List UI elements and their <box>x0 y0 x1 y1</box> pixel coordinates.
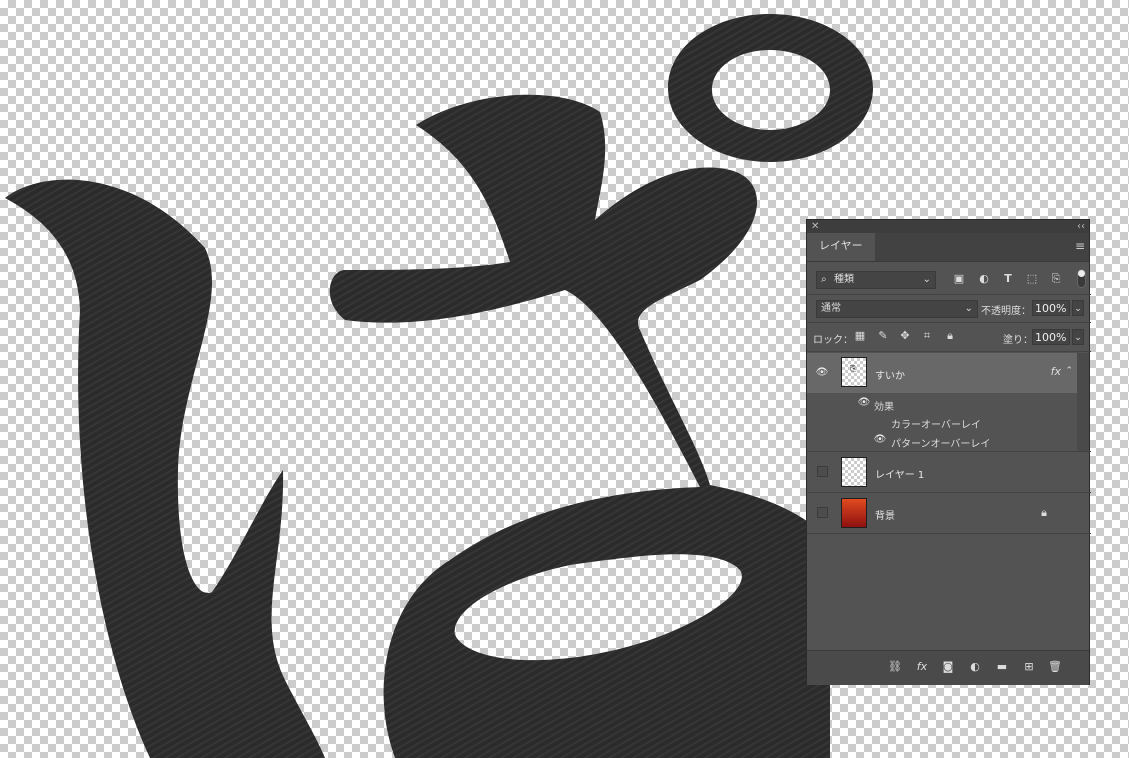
eye-icon[interactable]: 👁︎ <box>857 397 871 411</box>
fill-label: 塗り： <box>1003 335 1033 346</box>
blend-mode-select[interactable]: 通常 ⌄ <box>816 300 978 318</box>
filter-toggle[interactable] <box>1077 269 1086 288</box>
layer-name: レイヤー 1 <box>875 470 925 481</box>
fx-icon[interactable]: fx <box>914 660 930 674</box>
lock-artboard-icon[interactable]: ⌗ <box>920 329 934 343</box>
panel-menu-icon[interactable]: ≡ <box>1075 239 1085 253</box>
chevron-up-icon[interactable]: ⌃ <box>1065 366 1073 376</box>
opacity-value: 100% <box>1035 302 1067 315</box>
shape-filter-icon[interactable]: ⬚ <box>1025 272 1039 286</box>
scrollbar[interactable] <box>1077 353 1089 451</box>
effect-pattern-overlay[interactable]: パターンオーバーレイ <box>891 435 990 450</box>
image-filter-icon[interactable]: ▣ <box>952 272 966 286</box>
link-icon[interactable]: ⛓︎ <box>887 660 903 674</box>
glyph-handakuten <box>668 14 873 162</box>
smartobject-filter-icon[interactable]: ⎘ <box>1049 272 1063 286</box>
chevron-down-icon: ⌄ <box>964 303 973 314</box>
filter-kind-select[interactable]: ⌕ 種類 ⌄ <box>816 271 936 289</box>
layer-row-layer1[interactable]: レイヤー 1 <box>807 452 1077 492</box>
panel-bottom-toolbar: ⛓︎ fx ◙ ◐ ▬ ⊞ 🗑︎ <box>807 650 1089 685</box>
layer-thumbnail-suika: ⎘ <box>841 357 867 387</box>
tab-layers-label: レイヤー <box>819 239 863 252</box>
visibility-toggle[interactable] <box>817 507 828 518</box>
fill-value: 100% <box>1035 331 1067 344</box>
filter-kind-label: 種類 <box>834 274 854 285</box>
glyph-stroke-left <box>5 179 325 758</box>
new-layer-icon[interactable]: ⊞ <box>1021 660 1037 674</box>
layer-name: すいか <box>875 371 905 382</box>
lock-transparent-icon[interactable]: ▦ <box>853 329 867 343</box>
lock-label: ロック： <box>813 335 853 346</box>
chevron-down-icon: ⌄ <box>922 274 931 285</box>
lock-all-icon[interactable]: 🔒︎ <box>943 329 957 343</box>
fill-input[interactable]: 100% <box>1032 329 1070 345</box>
opacity-dropdown-icon[interactable]: ⌄ <box>1072 300 1084 316</box>
glyph-stroke-right <box>329 94 830 758</box>
glyph-pa <box>5 14 873 758</box>
blend-mode-value: 通常 <box>821 303 841 314</box>
adjustment-icon[interactable]: ◐ <box>967 660 983 674</box>
effect-color-overlay[interactable]: カラーオーバーレイ <box>891 416 981 431</box>
collapse-icon[interactable]: ‹‹ <box>1077 220 1085 233</box>
opacity-input[interactable]: 100% <box>1032 300 1070 316</box>
smart-object-badge-icon: ⎘ <box>850 364 857 373</box>
lock-icon: 🔒︎ <box>1041 506 1047 519</box>
eye-icon[interactable]: 👁︎ <box>873 434 887 448</box>
lock-paint-icon[interactable]: ✎ <box>876 329 890 343</box>
fx-icon[interactable]: fx <box>1051 365 1061 378</box>
opacity-label: 不透明度： <box>981 306 1031 317</box>
layer-thumbnail-background <box>841 498 867 528</box>
panel-tab-bar: レイヤー ≡ <box>807 233 1089 262</box>
visibility-toggle[interactable] <box>817 466 828 477</box>
panel-title-strip: ✕ ‹‹ <box>807 220 1089 233</box>
layers-panel: ✕ ‹‹ レイヤー ≡ ⌕ 種類 ⌄ ▣ ◐ T ⬚ ⎘ 通常 ⌄ 不透明度： … <box>806 219 1091 685</box>
search-icon: ⌕ <box>821 274 827 285</box>
eye-icon[interactable]: 👁︎ <box>815 367 829 381</box>
tab-layers[interactable]: レイヤー <box>807 233 875 261</box>
type-filter-icon[interactable]: T <box>1001 272 1015 286</box>
folder-icon[interactable]: ▬ <box>994 660 1010 674</box>
layer-row-background[interactable]: 背景 🔒︎ <box>807 493 1077 533</box>
adjustment-filter-icon[interactable]: ◐ <box>977 272 991 286</box>
layer-thumbnail-layer1 <box>841 457 867 487</box>
mask-icon[interactable]: ◙ <box>940 660 956 674</box>
lock-position-icon[interactable]: ✥ <box>898 329 912 343</box>
fill-dropdown-icon[interactable]: ⌄ <box>1072 329 1084 345</box>
layer-row-suika[interactable]: 👁︎ ⎘ すいか fx ⌃ <box>807 353 1077 393</box>
effects-label: 効果 <box>874 402 894 413</box>
trash-icon[interactable]: 🗑︎ <box>1047 660 1063 674</box>
close-icon[interactable]: ✕ <box>811 220 819 233</box>
layer-effects-group: 👁︎ 効果 カラーオーバーレイ 👁︎ パターンオーバーレイ <box>807 393 1077 451</box>
layer-name: 背景 <box>875 511 895 522</box>
